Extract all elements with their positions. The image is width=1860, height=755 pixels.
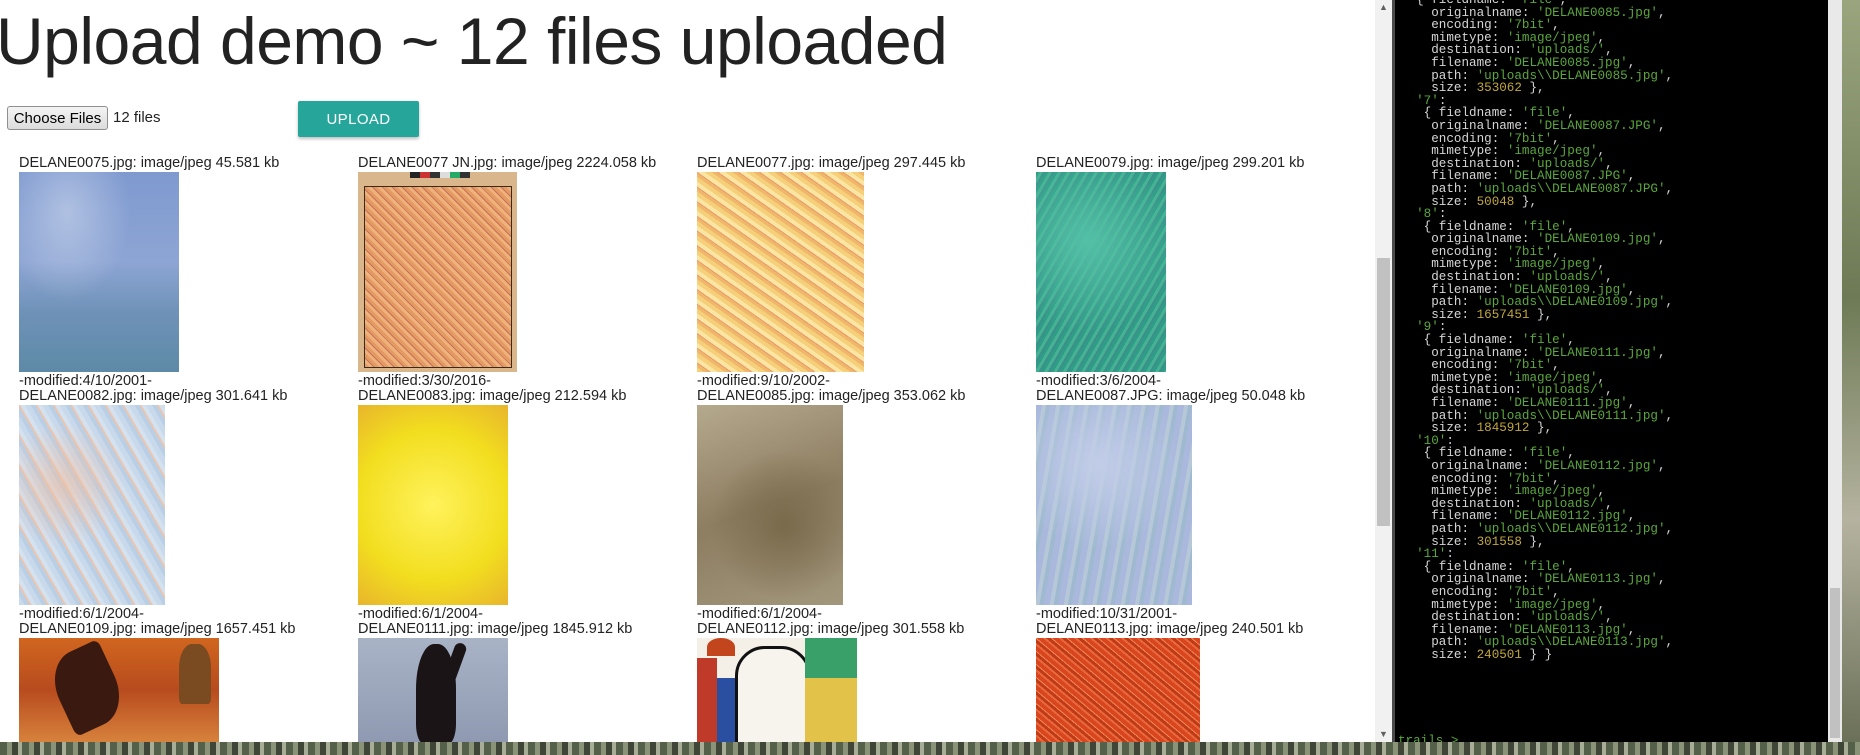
terminal-token: ,: [1665, 635, 1674, 650]
file-thumbnail: [1036, 405, 1192, 605]
terminal-token: ,: [1657, 118, 1666, 133]
terminal-token: ,: [1657, 458, 1666, 473]
terminal-token: },: [1529, 421, 1553, 436]
page-scrollbar[interactable]: ▲ ▼: [1375, 0, 1392, 742]
terminal-window[interactable]: { fieldname: 'file', originalname: 'DELA…: [1392, 0, 1842, 742]
terminal-token: 353062: [1476, 81, 1522, 96]
terminal-token: },: [1514, 194, 1538, 209]
terminal-token: 50048: [1476, 194, 1515, 209]
terminal-token: 1845912: [1476, 421, 1530, 436]
choose-files-button[interactable]: Choose Files: [7, 106, 108, 130]
terminal-output: { fieldname: 'file', originalname: 'DELA…: [1401, 0, 1673, 661]
file-caption: DELANE0083.jpg: image/jpeg 212.594 kb: [358, 388, 627, 404]
file-caption: DELANE0077.jpg: image/jpeg 297.445 kb: [697, 155, 966, 171]
terminal-token: 240501: [1476, 647, 1522, 662]
terminal-token: ,: [1665, 181, 1674, 196]
file-caption: DELANE0111.jpg: image/jpeg 1845.912 kb: [358, 621, 633, 637]
terminal-token: } }: [1521, 647, 1553, 662]
files-selected-label: 12 files: [113, 109, 161, 126]
terminal-token: 1657451: [1476, 307, 1530, 322]
terminal-scrollbar[interactable]: [1828, 0, 1842, 742]
page-title: Upload demo ~ 12 files uploaded: [0, 4, 948, 78]
file-thumbnail: [19, 405, 165, 605]
file-caption: DELANE0079.jpg: image/jpeg 299.201 kb: [1036, 155, 1305, 171]
terminal-token: size:: [1401, 647, 1477, 662]
terminal-token: ,: [1657, 572, 1666, 587]
file-caption: DELANE0085.jpg: image/jpeg 353.062 kb: [697, 388, 966, 404]
file-thumbnail: [697, 405, 843, 605]
file-caption: DELANE0082.jpg: image/jpeg 301.641 kb: [19, 388, 288, 404]
file-thumbnail: [19, 638, 219, 742]
scroll-down-arrow-icon[interactable]: ▼: [1379, 730, 1388, 739]
file-thumbnail: [358, 172, 517, 372]
scroll-up-arrow-icon[interactable]: ▲: [1379, 3, 1388, 12]
terminal-prompt[interactable]: trails >: [1398, 734, 1458, 742]
file-caption: DELANE0087.JPG: image/jpeg 50.048 kb: [1036, 388, 1306, 404]
terminal-token: },: [1529, 307, 1553, 322]
scroll-thumb[interactable]: [1377, 258, 1390, 526]
file-caption: DELANE0109.jpg: image/jpeg 1657.451 kb: [19, 621, 296, 637]
terminal-token: ,: [1657, 345, 1666, 360]
file-thumbnail: [19, 172, 179, 372]
terminal-token: ,: [1665, 68, 1674, 83]
desktop-background: [0, 742, 1860, 755]
terminal-line: size: 240501 } }: [1401, 649, 1673, 662]
file-thumbnail: [358, 638, 508, 742]
file-caption: DELANE0075.jpg: image/jpeg 45.581 kb: [19, 155, 280, 171]
file-caption: DELANE0113.jpg: image/jpeg 240.501 kb: [1036, 621, 1304, 637]
file-thumbnail: [358, 405, 508, 605]
upload-button[interactable]: UPLOAD: [298, 101, 419, 137]
file-thumbnail: [1036, 172, 1166, 372]
file-caption: DELANE0112.jpg: image/jpeg 301.558 kb: [697, 621, 965, 637]
browser-window: Upload demo ~ 12 files uploaded Choose F…: [0, 0, 1392, 742]
terminal-token: 301558: [1476, 534, 1522, 549]
terminal-token: ,: [1657, 232, 1666, 247]
terminal-token: ,: [1665, 521, 1674, 536]
terminal-token: ,: [1665, 295, 1674, 310]
terminal-token: ,: [1665, 408, 1674, 423]
terminal-token: },: [1521, 81, 1545, 96]
file-thumbnail: [697, 172, 864, 372]
desktop-background: [1842, 0, 1860, 742]
terminal-token: },: [1521, 534, 1545, 549]
file-thumbnail: [697, 638, 857, 742]
file-thumbnail: [1036, 638, 1200, 742]
terminal-scroll-thumb[interactable]: [1830, 588, 1840, 738]
file-caption: DELANE0077 JN.jpg: image/jpeg 2224.058 k…: [358, 155, 657, 171]
terminal-token: ,: [1657, 5, 1666, 20]
